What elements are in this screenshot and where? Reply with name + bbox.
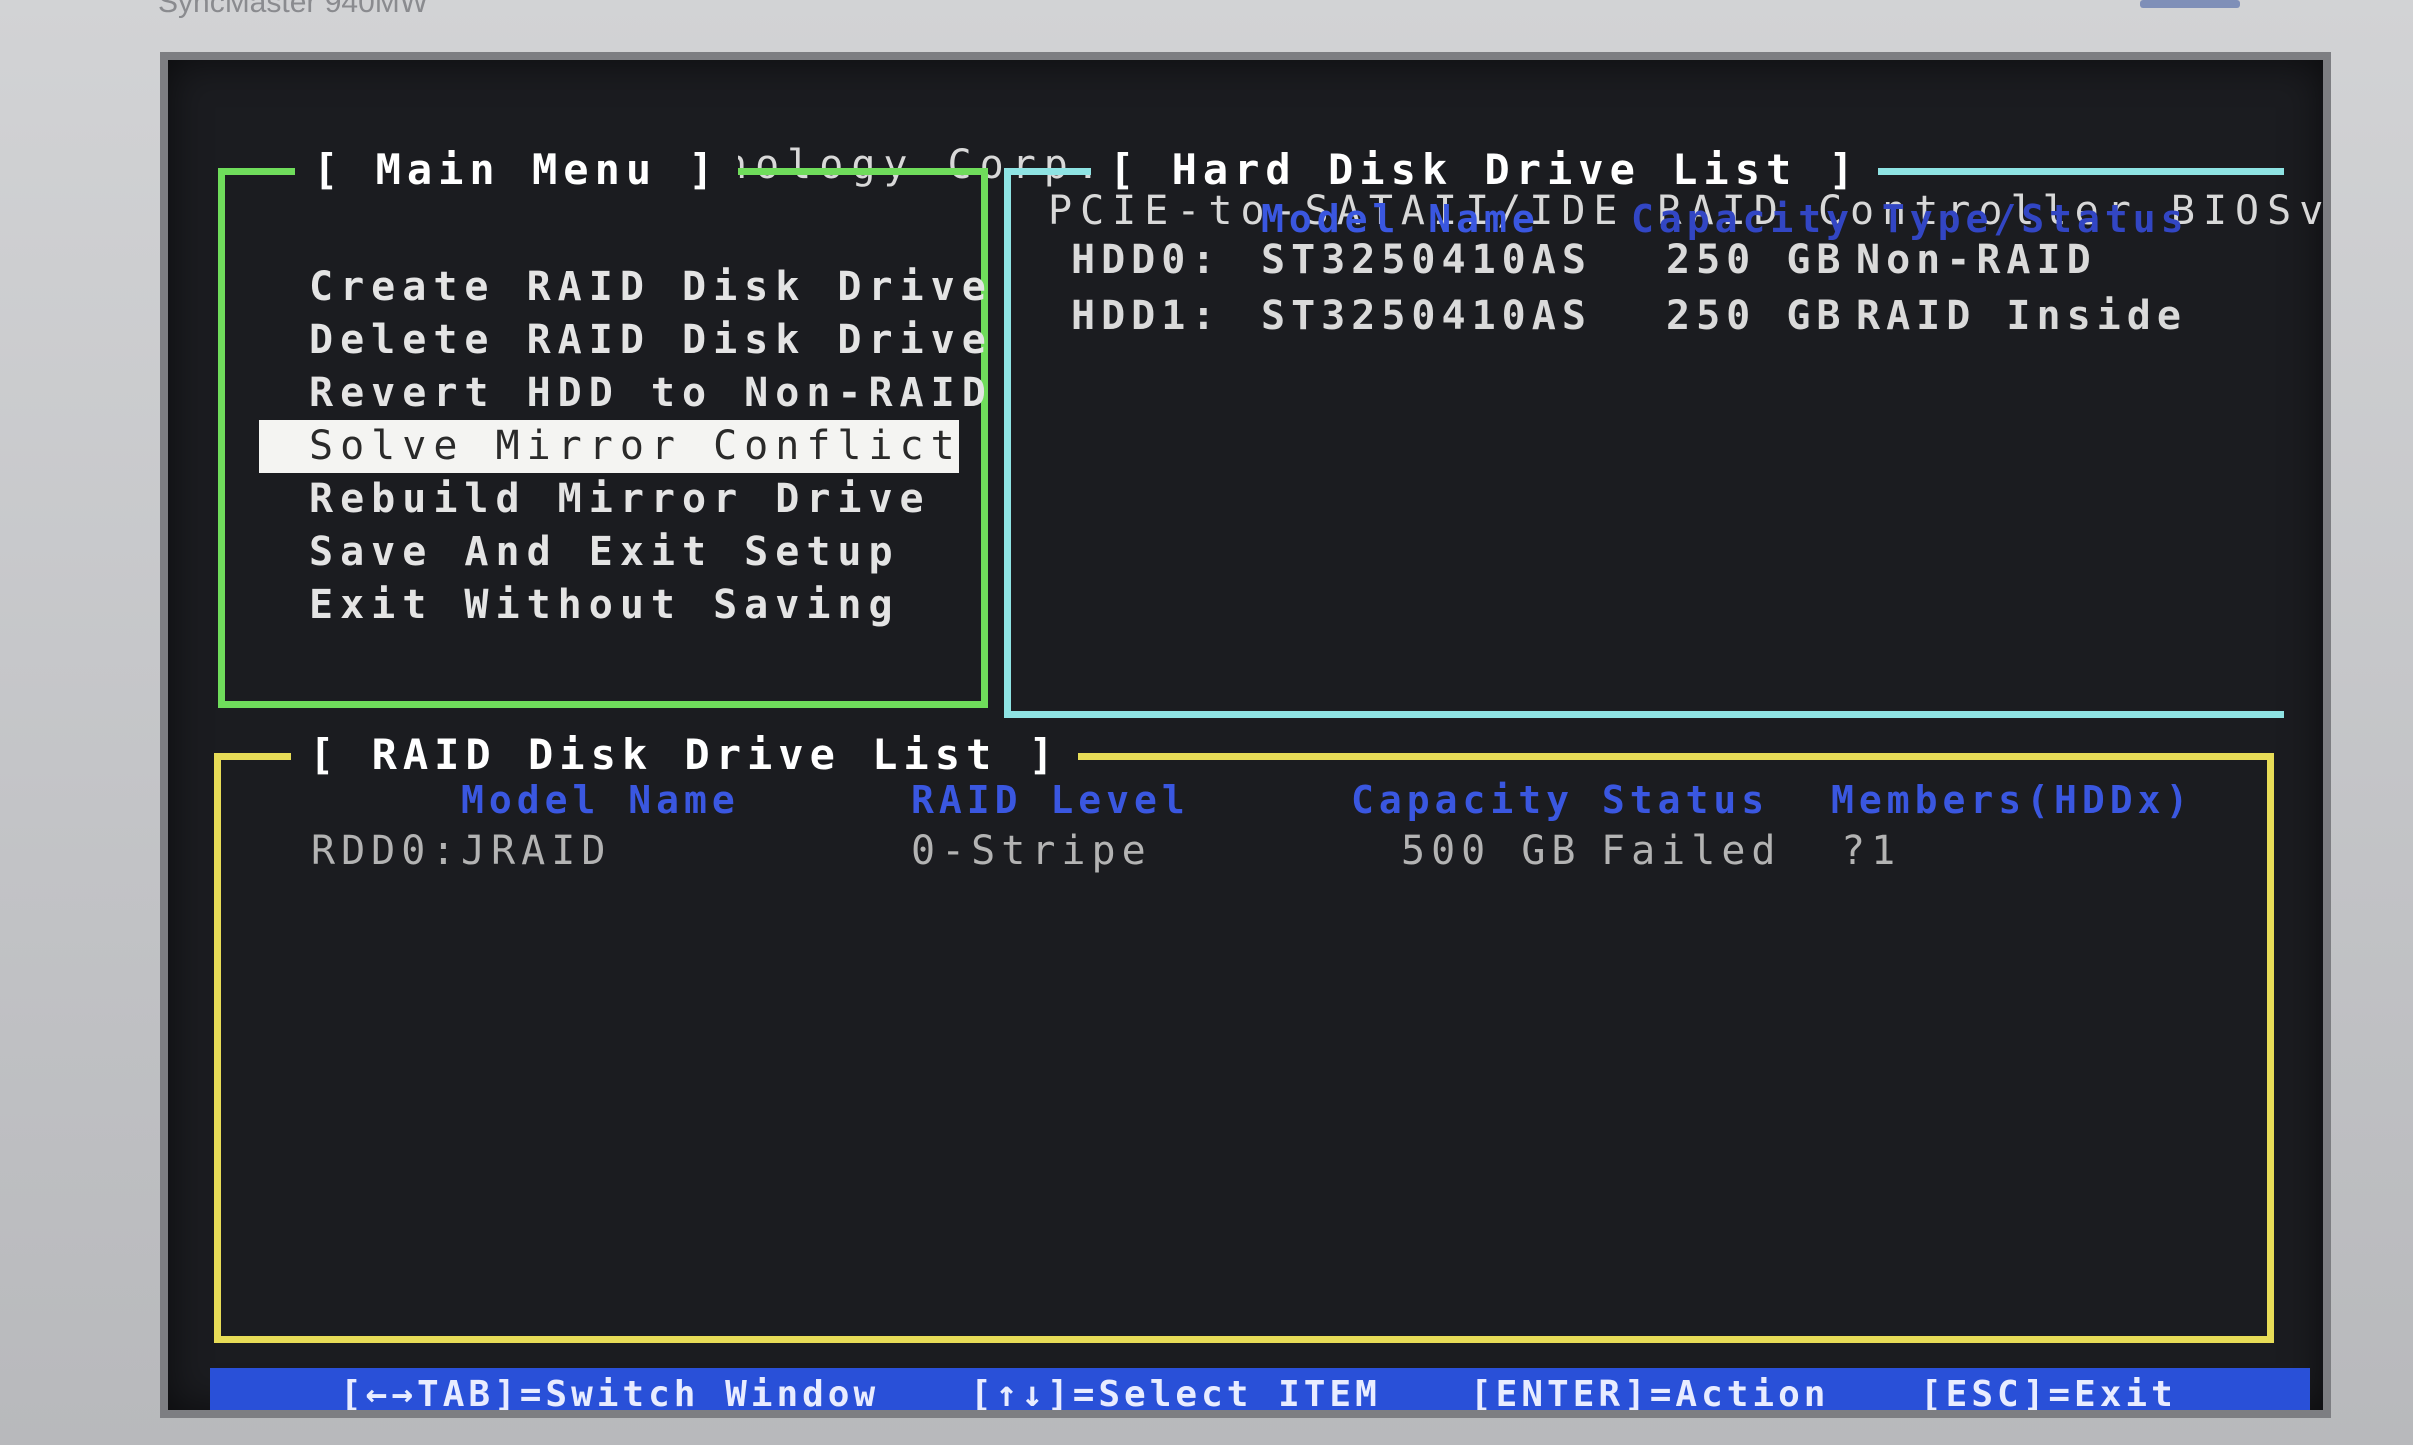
hdd-id: HDD1: — [1071, 293, 1222, 339]
raid-model: JRAID — [461, 828, 612, 874]
hdd-status: Non-RAID — [1856, 237, 2097, 283]
monitor-brand-label: SyncMaster 940MW — [158, 0, 429, 19]
hdd-col-capacity-type: Capacity Type/Status — [1631, 197, 2189, 241]
help-select-item: [↑↓]=Select ITEM — [970, 1374, 1381, 1410]
hdd-list-panel[interactable]: [ Hard Disk Drive List ] Model Name Capa… — [1004, 145, 2284, 718]
hdd-status: RAID Inside — [1856, 293, 2187, 339]
menu-item-create-raid[interactable]: Create RAID Disk Drive — [259, 261, 986, 314]
monitor-badge — [2140, 0, 2240, 8]
bios-screen: JMicron Technology Corp. PCIE-to-SATAII/… — [160, 52, 2331, 1418]
help-esc-exit: [ESC]=Exit — [1920, 1374, 2177, 1410]
raid-list-title: [ RAID Disk Drive List ] — [291, 730, 1078, 779]
menu-item-solve-mirror-conflict[interactable]: Solve Mirror Conflict — [259, 420, 959, 473]
menu-item-rebuild-mirror[interactable]: Rebuild Mirror Drive — [259, 473, 959, 526]
hdd-capacity: 250 GB — [1666, 293, 1847, 339]
main-menu-list: Create RAID Disk Drive Delete RAID Disk … — [259, 261, 986, 632]
hdd-model: ST3250410AS — [1261, 237, 1592, 283]
raid-status: Failed — [1601, 828, 1782, 874]
menu-item-save-exit[interactable]: Save And Exit Setup — [259, 526, 959, 579]
raid-col-model: Model Name — [461, 778, 740, 822]
help-switch-window: [←→TAB]=Switch Window — [340, 1374, 880, 1410]
hdd-col-model: Model Name — [1261, 197, 1540, 241]
hdd-list-title: [ Hard Disk Drive List ] — [1091, 145, 1878, 194]
raid-list-panel[interactable]: [ RAID Disk Drive List ] Model Name RAID… — [214, 730, 2274, 1343]
menu-item-exit-without-saving[interactable]: Exit Without Saving — [259, 579, 959, 632]
raid-level: 0-Stripe — [911, 828, 1152, 874]
hdd-capacity: 250 GB — [1666, 237, 1847, 283]
menu-item-revert-hdd[interactable]: Revert HDD to Non-RAID — [259, 367, 986, 420]
raid-col-capacity-status: Capacity Status — [1351, 778, 1770, 822]
main-menu-title: [ Main Menu ] — [295, 145, 738, 194]
help-enter-action: [ENTER]=Action — [1470, 1374, 1830, 1410]
raid-col-members: Members(HDDx) — [1831, 778, 2194, 822]
key-help-statusbar: [←→TAB]=Switch Window [↑↓]=Select ITEM [… — [210, 1368, 2310, 1410]
raid-members: ?1 — [1841, 828, 1902, 874]
raid-capacity: 500 GB — [1401, 828, 1582, 874]
hdd-id: HDD0: — [1071, 237, 1222, 283]
raid-col-level: RAID Level — [911, 778, 1190, 822]
menu-item-delete-raid[interactable]: Delete RAID Disk Drive — [259, 314, 986, 367]
hdd-model: ST3250410AS — [1261, 293, 1592, 339]
raid-id: RDD0: — [311, 828, 462, 874]
main-menu-panel[interactable]: [ Main Menu ] Create RAID Disk Drive Del… — [218, 145, 988, 708]
